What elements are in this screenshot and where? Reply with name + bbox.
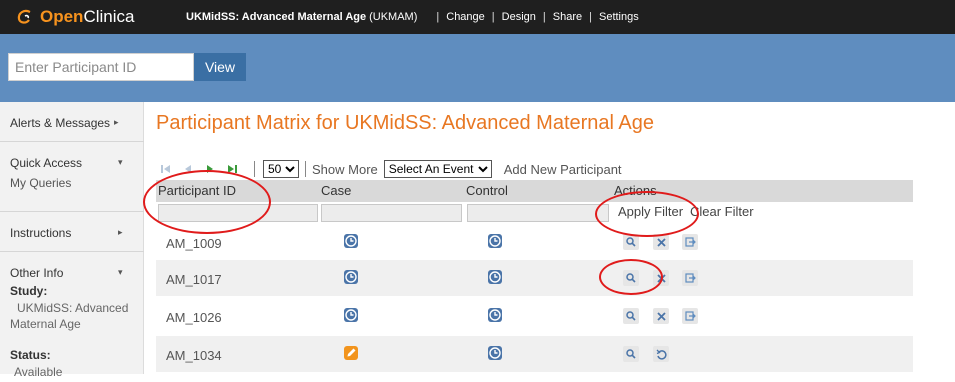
study-code: (UKMAM) bbox=[369, 11, 418, 23]
sidebar-alerts-label: Alerts & Messages bbox=[10, 116, 111, 130]
sidebar-quick-access-label[interactable]: Quick Access bbox=[10, 156, 82, 170]
sidebar: Alerts & Messages ▸ Quick Access ▾ My Qu… bbox=[0, 102, 144, 379]
column-header-control[interactable]: Control bbox=[466, 183, 508, 198]
select-event-dropdown[interactable]: Select An Event bbox=[383, 160, 492, 178]
logo-text-open: Open bbox=[40, 7, 84, 26]
annotation-ellipse-view-icon bbox=[599, 259, 663, 295]
status-label: Status: bbox=[10, 348, 51, 362]
nav-settings[interactable]: Settings bbox=[599, 11, 639, 23]
control-event-scheduled-icon[interactable] bbox=[488, 270, 502, 284]
table-row: AM_1009 bbox=[156, 224, 913, 260]
control-filter[interactable] bbox=[467, 204, 609, 222]
show-more-link[interactable]: Show More bbox=[312, 162, 378, 177]
nav-separator: | bbox=[436, 11, 440, 23]
table-row: AM_1026 bbox=[156, 298, 913, 334]
participant-id-cell[interactable]: AM_1009 bbox=[166, 236, 222, 251]
view-button[interactable]: View bbox=[194, 53, 246, 81]
add-new-participant-link[interactable]: Add New Participant bbox=[504, 162, 622, 177]
logo-text-clinica: Clinica bbox=[83, 7, 135, 26]
participant-id-cell[interactable]: AM_1017 bbox=[166, 272, 222, 287]
sidebar-instructions-section[interactable]: Instructions ▸ bbox=[0, 212, 144, 252]
toolbar-separator bbox=[254, 161, 255, 177]
study-title: UKMidSS: Advanced Maternal Age bbox=[186, 11, 367, 23]
sidebar-instructions-label: Instructions bbox=[10, 226, 72, 240]
study-value-line1: UKMidSS: Advanced bbox=[17, 301, 129, 315]
annotation-ellipse-participant-id bbox=[143, 170, 271, 234]
table-row: AM_1034 bbox=[156, 336, 913, 372]
top-bar: Open Clinica UKMidSS: Advanced Maternal A… bbox=[0, 0, 955, 34]
sidebar-other-info-section: Other Info ▾ Study: UKMidSS: Advanced Ma… bbox=[0, 252, 144, 382]
nav-separator: | bbox=[589, 11, 592, 23]
table-row: AM_1017 bbox=[156, 260, 913, 296]
control-event-scheduled-icon[interactable] bbox=[488, 308, 502, 322]
nav-separator: | bbox=[491, 11, 495, 23]
case-event-scheduled-icon[interactable] bbox=[344, 234, 358, 248]
nav-change[interactable]: Change bbox=[446, 11, 485, 23]
case-event-scheduled-icon[interactable] bbox=[344, 270, 358, 284]
sidebar-my-queries-link[interactable]: My Queries bbox=[10, 176, 71, 190]
control-event-scheduled-icon[interactable] bbox=[488, 346, 502, 360]
toolbar-separator bbox=[305, 161, 306, 177]
top-nav: | Change | Design | Share | Settings bbox=[429, 11, 638, 23]
view-magnifier-icon[interactable] bbox=[623, 308, 639, 324]
signout-icon[interactable] bbox=[682, 308, 698, 324]
study-value-line2: Maternal Age bbox=[10, 317, 81, 331]
chevron-right-icon: ▸ bbox=[114, 117, 119, 127]
first-page-icon[interactable] bbox=[160, 163, 172, 175]
chevron-down-icon[interactable]: ▾ bbox=[118, 267, 123, 278]
study-label: Study: bbox=[10, 284, 48, 298]
column-header-case[interactable]: Case bbox=[321, 183, 351, 198]
rows-per-page-select[interactable]: 50 bbox=[263, 160, 299, 178]
status-value: Available bbox=[14, 365, 63, 379]
control-event-scheduled-icon[interactable] bbox=[488, 234, 502, 248]
case-filter[interactable] bbox=[321, 204, 462, 222]
chevron-right-icon: ▸ bbox=[118, 227, 123, 237]
signout-icon[interactable] bbox=[682, 270, 698, 286]
page-title: Participant Matrix for UKMidSS: Advanced… bbox=[156, 112, 655, 134]
sidebar-other-info-label[interactable]: Other Info bbox=[10, 266, 63, 280]
participant-id-input[interactable] bbox=[8, 53, 194, 81]
restore-icon[interactable] bbox=[653, 346, 669, 362]
chevron-down-icon[interactable]: ▾ bbox=[118, 157, 123, 168]
remove-x-icon[interactable] bbox=[653, 308, 669, 324]
logo-swirl-icon bbox=[17, 9, 31, 24]
nav-design[interactable]: Design bbox=[502, 11, 536, 23]
view-magnifier-icon[interactable] bbox=[623, 346, 639, 362]
case-event-scheduled-icon[interactable] bbox=[344, 308, 358, 322]
sidebar-quick-access-section: Quick Access ▾ My Queries bbox=[0, 142, 144, 212]
clear-filter-link[interactable]: Clear Filter bbox=[690, 204, 754, 219]
nav-separator: | bbox=[542, 11, 546, 23]
participant-id-cell[interactable]: AM_1034 bbox=[166, 348, 222, 363]
nav-share[interactable]: Share bbox=[553, 11, 582, 23]
case-event-data-entry-started-icon[interactable] bbox=[344, 346, 358, 360]
openclinica-logo[interactable]: Open Clinica bbox=[16, 0, 164, 34]
signout-icon[interactable] bbox=[682, 234, 698, 250]
sidebar-alerts-section[interactable]: Alerts & Messages ▸ bbox=[0, 102, 144, 142]
participant-id-cell[interactable]: AM_1026 bbox=[166, 310, 222, 325]
annotation-ellipse-apply-filter bbox=[595, 191, 699, 237]
